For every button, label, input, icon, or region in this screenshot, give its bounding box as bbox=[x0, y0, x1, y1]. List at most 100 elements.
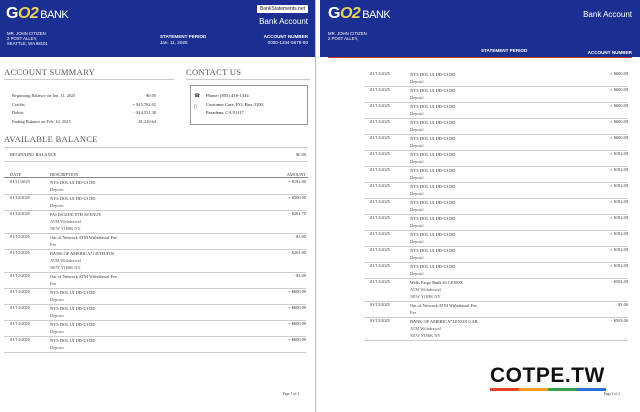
transaction-amount: + $182.00 bbox=[610, 151, 628, 156]
transaction-description: Out of Network ATM Withdrawal Fee Fee bbox=[50, 234, 117, 248]
page-number: Page 1 of 2 bbox=[282, 392, 299, 396]
transaction-amount: + $600.00 bbox=[288, 321, 306, 326]
transaction-description: NYS DOL UI DD-UI DD Deposit bbox=[410, 263, 455, 277]
contact-us-title: CONTACT US bbox=[186, 67, 242, 77]
transaction-date: 01/13/2025 bbox=[10, 337, 31, 342]
transaction-type: ATM Withdrawal bbox=[50, 219, 81, 224]
transaction-row: 01/13/2025 NYS DOL UI DD-UI DD Deposit + $6… bbox=[10, 305, 306, 321]
divider bbox=[4, 352, 306, 353]
transaction-row: 01/13/2025 NYS DOL UI DD-UI DD Deposit + $1… bbox=[370, 183, 628, 199]
transaction-date: 01/13/2025 bbox=[370, 279, 391, 284]
transaction-date: 01/13/2025 bbox=[10, 321, 31, 326]
transaction-payee: NYS DOL UI DD-UI DD bbox=[410, 248, 456, 253]
transaction-amount: + $600.00 bbox=[610, 71, 628, 76]
transaction-date: 01/13/2025 bbox=[370, 135, 391, 140]
transaction-date: 01/13/2025 bbox=[370, 302, 391, 307]
transaction-description: NYS DOL UI DD-UI DD Deposit bbox=[410, 103, 455, 117]
transaction-type: Deposit bbox=[50, 187, 64, 192]
account-number-value: 0000-1234-5678-90 bbox=[267, 40, 308, 45]
transaction-payee: NYS DOL UI DD-UI DD bbox=[50, 338, 96, 343]
bank-logo: GO2 BANK bbox=[328, 5, 391, 23]
account-number-label: ACCOUNT NUMBER bbox=[587, 50, 632, 55]
transaction-description: NYS DOL UI DD-UI DD Deposit bbox=[50, 305, 95, 319]
transaction-amount: + $182.00 bbox=[610, 263, 628, 268]
transaction-date: 01/12/2025 bbox=[10, 250, 31, 255]
transaction-amount: - $3.00 bbox=[293, 273, 306, 278]
transaction-description: NYS DOL UI DD-UI DD Deposit bbox=[50, 337, 95, 351]
logo-o2: O2 bbox=[17, 5, 39, 22]
transaction-row: 01/11/2025 NYS DOL UI DD-UI DD Deposit + $1… bbox=[10, 179, 306, 195]
transaction-row: 01/12/2025 NYS DOL UI DD-UI DD Deposit + $5… bbox=[10, 195, 306, 211]
transaction-payee: PAI ISO2350 8TH AVENUE bbox=[50, 212, 102, 217]
divider bbox=[364, 340, 628, 341]
transaction-amount: + $500.00 bbox=[288, 195, 306, 200]
summary-label: Credits bbox=[12, 101, 25, 107]
contact-city: Pasadena, CA 91117 bbox=[206, 110, 244, 115]
summary-value: + $15,762.02 bbox=[132, 101, 156, 107]
transaction-description: NYS DOL UI DD-UI DD Deposit bbox=[410, 135, 455, 149]
transaction-date: 01/13/2025 bbox=[370, 183, 391, 188]
transaction-row: 01/13/2025 NYS DOL UI DD-UI DD Deposit + $6… bbox=[370, 103, 628, 119]
transaction-type: Deposit bbox=[410, 159, 424, 164]
divider bbox=[4, 79, 174, 80]
transaction-date: 01/13/2025 bbox=[370, 318, 391, 323]
transaction-payee: Wells Fargo Bank 63 LENOX bbox=[410, 280, 463, 285]
transaction-type: Deposit bbox=[410, 271, 424, 276]
transaction-type: Deposit bbox=[410, 191, 424, 196]
transaction-description: BANK OF AMERICA*145TH STR ATM Withdrawal N… bbox=[50, 250, 114, 271]
transaction-payee: NYS DOL UI DD-UI DD bbox=[410, 216, 456, 221]
account-number-label: ACCOUNT NUMBER bbox=[263, 34, 308, 39]
divider bbox=[4, 177, 308, 178]
transaction-row: 01/13/2025 NYS DOL UI DD-UI DD Deposit + $1… bbox=[370, 215, 628, 231]
transaction-type: Fee bbox=[410, 310, 417, 315]
logo-word: BANK bbox=[40, 9, 69, 21]
transaction-date: 01/13/2025 bbox=[370, 87, 391, 92]
transaction-payee: NYS DOL UI DD-UI DD bbox=[50, 196, 96, 201]
transaction-type: Deposit bbox=[410, 255, 424, 260]
logo-letter: G bbox=[328, 5, 340, 22]
transaction-row: 01/13/2025 NYS DOL UI DD-UI DD Deposit + $6… bbox=[370, 135, 628, 151]
holder-address-2: SEATTLE, WA 98101 bbox=[7, 41, 48, 47]
transaction-date: 01/13/2025 bbox=[370, 199, 391, 204]
statement-page-2: GO2 BANK Bank Account MR. JOHN CITIZEN 2 … bbox=[320, 0, 640, 412]
transaction-date: 01/13/2025 bbox=[370, 263, 391, 268]
divider bbox=[4, 161, 308, 162]
transaction-payee: Out of Network ATM Withdrawal Fee bbox=[50, 235, 117, 240]
transaction-date: 01/13/2025 bbox=[370, 151, 391, 156]
account-summary-title: ACCOUNT SUMMARY bbox=[4, 67, 96, 77]
transaction-payee: NYS DOL UI DD-UI DD bbox=[50, 322, 96, 327]
period-value: Jan. 11, 2025 bbox=[160, 40, 188, 45]
transaction-description: BANK OF AMERICA*LENOX GAR ATM Withdrawal N… bbox=[410, 318, 478, 339]
transaction-payee: NYS DOL UI DD-UI DD bbox=[50, 180, 96, 185]
watermark-bar-red bbox=[490, 388, 519, 391]
summary-row: Debits - $14,551.38 bbox=[12, 110, 156, 115]
transaction-type: ATM Withdrawal bbox=[50, 258, 81, 263]
transaction-amount: + $600.00 bbox=[610, 135, 628, 140]
transaction-type: Deposit bbox=[410, 175, 424, 180]
transaction-payee: NYS DOL UI DD-UI DD bbox=[410, 200, 456, 205]
available-balance-title: AVAILABLE BALANCE bbox=[4, 134, 98, 144]
transaction-row: 01/13/2025 NYS DOL UI DD-UI DD Deposit + $6… bbox=[10, 321, 306, 337]
transaction-type: Deposit bbox=[50, 329, 64, 334]
transaction-payee: NYS DOL UI DD-UI DD bbox=[50, 306, 96, 311]
transaction-amount: + $182.00 bbox=[610, 167, 628, 172]
transaction-amount: + $182.00 bbox=[610, 183, 628, 188]
transaction-date: 01/13/2025 bbox=[370, 119, 391, 124]
mobile-icon: ▯ bbox=[194, 105, 197, 110]
transaction-description: NYS DOL UI DD-UI DD Deposit bbox=[50, 179, 95, 193]
transaction-type: Fee bbox=[50, 281, 57, 286]
transaction-amount: - $3.00 bbox=[615, 302, 628, 307]
summary-label: Debits bbox=[12, 110, 24, 115]
transaction-type: Deposit bbox=[410, 111, 424, 116]
transaction-row: 01/13/2025 NYS DOL UI DD-UI DD Deposit + $1… bbox=[370, 151, 628, 167]
transaction-date: 01/13/2025 bbox=[370, 103, 391, 108]
logo-letter: G bbox=[6, 5, 18, 22]
period-label: STATEMENT PERIOD bbox=[160, 34, 207, 39]
contact-care: Customer Care, P.O. Box 3100, bbox=[206, 102, 264, 107]
transaction-amount: + $600.00 bbox=[610, 103, 628, 108]
transaction-payee: BANK OF AMERICA*145TH STR bbox=[50, 251, 115, 256]
transaction-type: Deposit bbox=[50, 203, 64, 208]
transaction-location: NEW YORK NY bbox=[410, 294, 441, 299]
transaction-description: NYS DOL UI DD-UI DD Deposit bbox=[410, 199, 455, 213]
transaction-payee: NYS DOL UI DD-UI DD bbox=[410, 88, 456, 93]
